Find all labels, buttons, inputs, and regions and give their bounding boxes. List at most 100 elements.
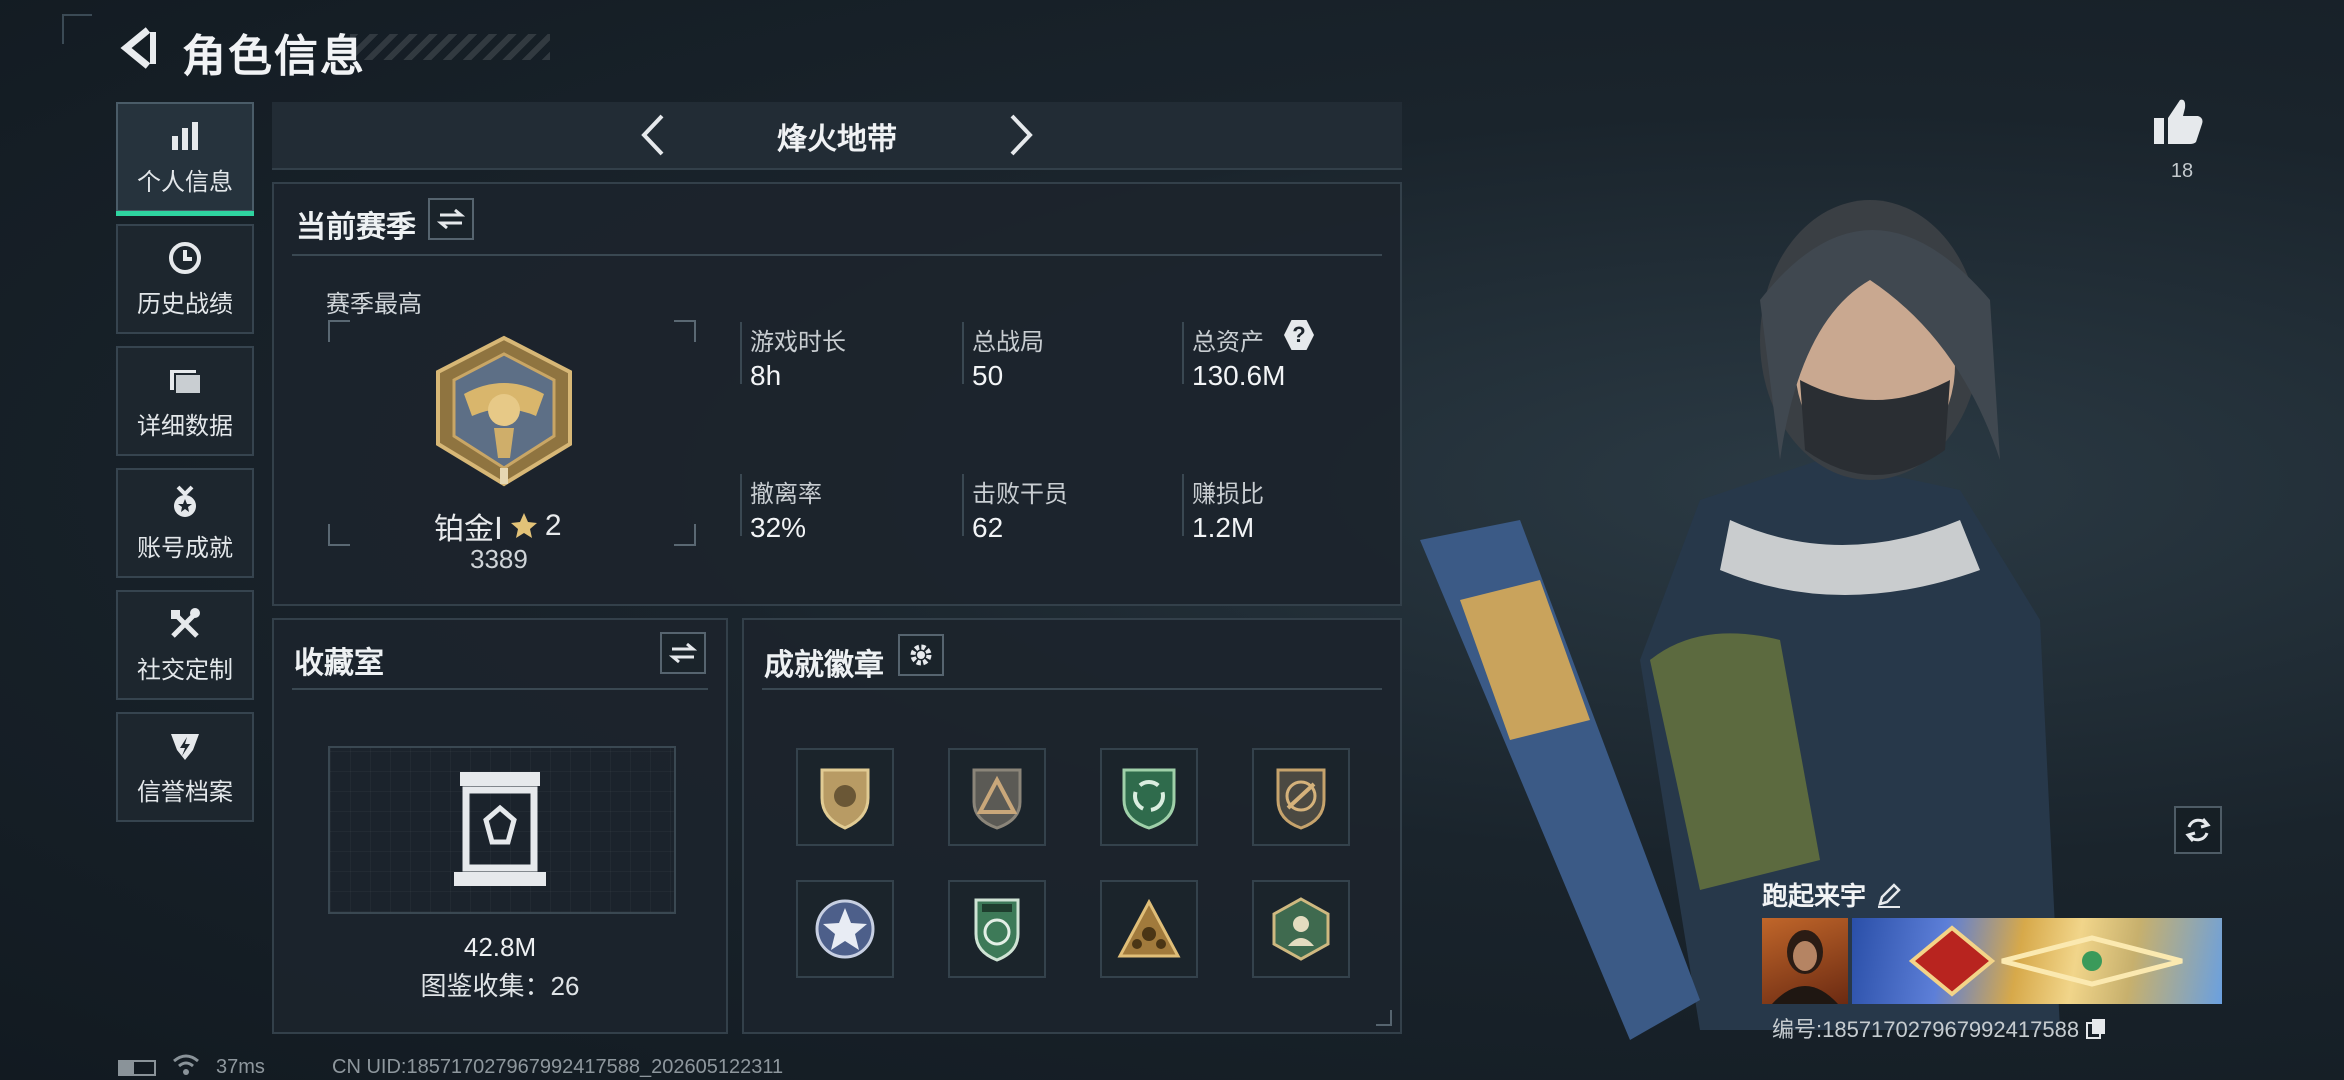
rank-emblem-icon bbox=[436, 335, 572, 487]
frame-corner bbox=[674, 320, 696, 342]
season-title: 当前赛季 bbox=[296, 211, 416, 244]
season-divider bbox=[292, 254, 1382, 256]
season-switch-button[interactable] bbox=[428, 198, 474, 240]
triangle-shield-badge-icon bbox=[972, 768, 1022, 830]
sidebar-item-credit[interactable]: 信誉档案 bbox=[116, 712, 254, 822]
player-id-row: 编号:185717027967992417588 bbox=[1772, 1012, 2107, 1044]
battery-icon bbox=[118, 1060, 156, 1076]
stat-value: 50 bbox=[972, 360, 1004, 391]
corner-decoration bbox=[62, 14, 92, 44]
stat-divider bbox=[740, 474, 742, 536]
stat-label: 撤离率 bbox=[750, 481, 822, 508]
bar-chart-icon bbox=[172, 121, 198, 150]
player-avatar[interactable] bbox=[1762, 918, 1848, 1004]
page-title: 角色信息 bbox=[182, 32, 366, 81]
chevron-right-icon bbox=[1010, 114, 1033, 156]
uid-text: CN UID:185717027967992417588_20260512231… bbox=[332, 1056, 784, 1078]
season-panel: 当前赛季 赛季最高 铂金Ⅰ 2 3389 游戏时长 8h 总战局 50 总资产 … bbox=[272, 182, 1402, 606]
collection-showcase[interactable] bbox=[328, 746, 676, 914]
player-id: 编号:185717027967992417588 bbox=[1772, 1017, 2080, 1042]
rank-name: 铂金Ⅰ bbox=[434, 513, 503, 546]
like-count: 18 bbox=[2170, 160, 2194, 182]
rank-info: 铂金Ⅰ 2 bbox=[434, 504, 562, 548]
player-name-row: 跑起来宇 bbox=[1762, 876, 1902, 913]
sidebar-item-social[interactable]: 社交定制 bbox=[116, 590, 254, 700]
help-icon[interactable]: ? bbox=[1284, 320, 1314, 350]
achievement-badge[interactable] bbox=[1252, 880, 1350, 978]
thumbs-up-icon bbox=[2154, 99, 2203, 144]
stat-value: 1.2M bbox=[1192, 512, 1255, 543]
achievement-badge[interactable] bbox=[796, 880, 894, 978]
mode-title: 烽火地带 bbox=[777, 123, 897, 156]
rank-stars: 2 bbox=[544, 509, 562, 542]
refresh-icon bbox=[2185, 818, 2211, 842]
edit-pencil-icon[interactable] bbox=[1876, 882, 1902, 908]
stat-label: 击败干员 bbox=[972, 481, 1068, 508]
badges-panel: 成就徽章 bbox=[742, 618, 1402, 1034]
collection-divider bbox=[292, 688, 708, 690]
swap-icon bbox=[669, 642, 697, 664]
stat-divider bbox=[962, 474, 964, 536]
sidebar-item-label: 账号成就 bbox=[137, 534, 233, 562]
tools-icon bbox=[171, 607, 200, 638]
stat-label: 总战局 bbox=[972, 329, 1044, 356]
sidebar-item-profile[interactable]: 个人信息 bbox=[116, 102, 254, 216]
corner-decoration bbox=[1376, 1010, 1392, 1026]
player-nickname: 跑起来宇 bbox=[1762, 881, 1867, 911]
green-cycle-badge-icon bbox=[1122, 768, 1176, 830]
achievement-badge[interactable] bbox=[1100, 880, 1198, 978]
collection-count: 图鉴收集：26 bbox=[420, 971, 580, 1001]
frame-corner bbox=[674, 524, 696, 546]
back-arrow-icon bbox=[120, 27, 156, 69]
gear-icon bbox=[910, 644, 932, 666]
sidebar-item-label: 详细数据 bbox=[137, 412, 233, 440]
medal-icon bbox=[174, 485, 196, 517]
sidebar-item-achievements[interactable]: 账号成就 bbox=[116, 468, 254, 578]
sidebar-item-label: 信誉档案 bbox=[137, 778, 233, 806]
banner-ornament-icon bbox=[1908, 925, 2183, 997]
shield-bolt-icon bbox=[171, 733, 199, 760]
badges-settings-button[interactable] bbox=[898, 634, 944, 676]
stat-value: 130.6M bbox=[1192, 360, 1286, 391]
achievement-badge[interactable] bbox=[948, 748, 1046, 846]
sidebar-item-label: 个人信息 bbox=[137, 168, 233, 196]
stat-label: 赚损比 bbox=[1192, 481, 1264, 508]
sidebar-item-details[interactable]: 详细数据 bbox=[116, 346, 254, 456]
mode-next-button[interactable] bbox=[994, 108, 1048, 162]
swap-icon bbox=[437, 208, 465, 230]
ping-value: 37ms bbox=[216, 1056, 265, 1078]
frame-corner bbox=[328, 320, 350, 342]
badges-title: 成就徽章 bbox=[764, 649, 884, 682]
rank-score: 3389 bbox=[470, 544, 528, 574]
wifi-icon bbox=[173, 1054, 199, 1075]
stat-label: 游戏时长 bbox=[750, 329, 846, 356]
sidebar-item-label: 社交定制 bbox=[137, 656, 233, 684]
frame-corner bbox=[328, 524, 350, 546]
gold-shield-badge-icon bbox=[820, 768, 870, 830]
collection-value: 42.8M bbox=[463, 932, 537, 962]
refresh-button[interactable] bbox=[2174, 806, 2222, 854]
badges-divider bbox=[762, 688, 1382, 690]
sidebar-item-history[interactable]: 历史战绩 bbox=[116, 224, 254, 334]
mode-switcher: 烽火地带 bbox=[272, 102, 1402, 170]
back-button[interactable] bbox=[112, 22, 164, 74]
achievement-badge[interactable] bbox=[796, 748, 894, 846]
collection-switch-button[interactable] bbox=[660, 632, 706, 674]
achievement-badge[interactable] bbox=[948, 880, 1046, 978]
player-banner[interactable] bbox=[1852, 918, 2222, 1004]
season-best-label: 赛季最高 bbox=[326, 291, 422, 318]
copy-icon[interactable] bbox=[2085, 1017, 2107, 1039]
stat-value: 62 bbox=[972, 512, 1004, 543]
stat-divider bbox=[1182, 322, 1184, 384]
history-clock-icon bbox=[169, 241, 201, 274]
sidebar-item-label: 历史战绩 bbox=[137, 290, 233, 318]
like-button[interactable] bbox=[2150, 96, 2210, 156]
triangle-team-badge-icon bbox=[1117, 898, 1181, 958]
collection-title: 收藏室 bbox=[294, 647, 384, 680]
display-case-icon bbox=[454, 772, 546, 886]
stat-value: 32% bbox=[750, 512, 807, 543]
achievement-badge[interactable] bbox=[1100, 748, 1198, 846]
green-shield-badge-icon bbox=[974, 898, 1020, 962]
achievement-badge[interactable] bbox=[1252, 748, 1350, 846]
crossed-rifle-badge-icon bbox=[1276, 768, 1326, 830]
